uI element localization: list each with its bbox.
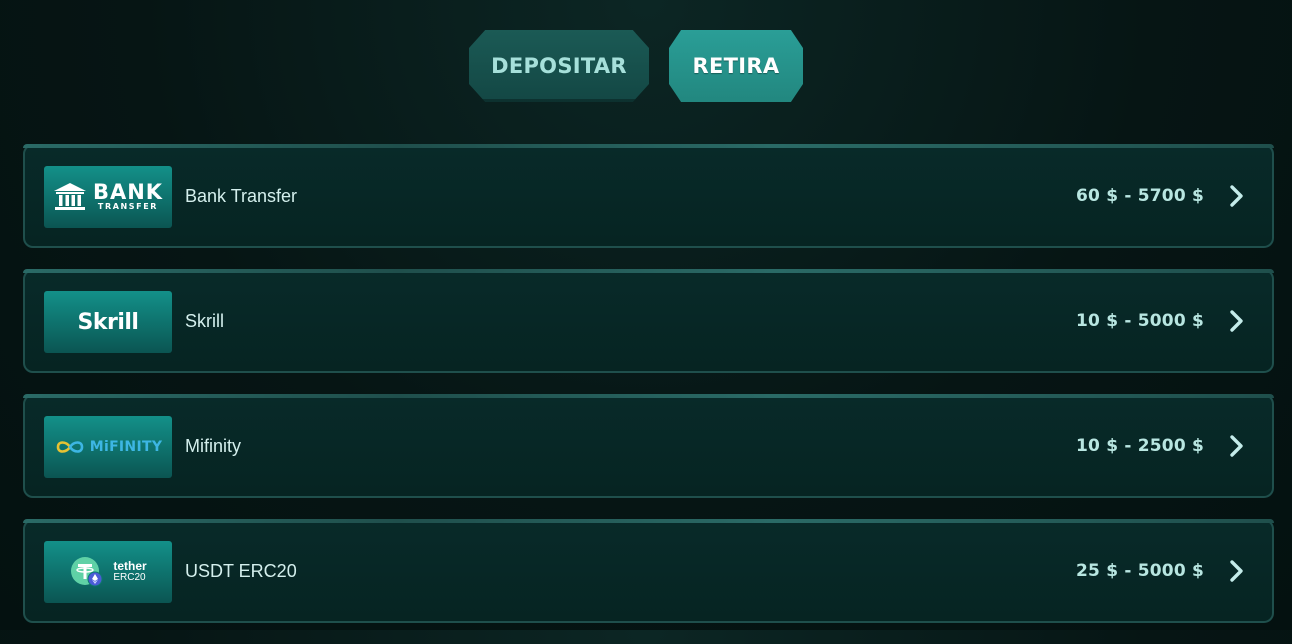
tether-logo-line1: tether bbox=[113, 559, 147, 573]
chevron-right-icon[interactable] bbox=[1224, 309, 1248, 333]
infinity-icon bbox=[56, 441, 84, 453]
bank-logo-line1: BANK bbox=[92, 180, 164, 204]
method-limits: 60 $ - 5700 $ bbox=[1076, 186, 1204, 206]
mifinity-logo: MiFINITY bbox=[44, 416, 172, 478]
bank-transfer-logo: BANK TRANSFER bbox=[44, 166, 172, 228]
bank-icon bbox=[53, 183, 86, 210]
skrill-logo-text: Skrill bbox=[77, 309, 139, 335]
payment-method-usdt-erc20[interactable]: tether ERC20 USDT ERC20 25 $ - 5000 $ bbox=[23, 519, 1274, 623]
method-limits: 10 $ - 5000 $ bbox=[1076, 311, 1204, 331]
tether-icon bbox=[71, 557, 103, 587]
mifinity-logo-text: MiFINITY bbox=[89, 439, 163, 455]
tab-withdraw[interactable]: RETIRA bbox=[669, 30, 803, 102]
tab-deposit-label: DEPOSITAR bbox=[491, 54, 627, 78]
tab-deposit[interactable]: DEPOSITAR bbox=[469, 30, 649, 102]
method-name: USDT ERC20 bbox=[185, 561, 297, 581]
payment-method-skrill[interactable]: Skrill Skrill 10 $ - 5000 $ bbox=[23, 269, 1274, 373]
method-name: Mifinity bbox=[185, 436, 242, 456]
chevron-right-icon[interactable] bbox=[1224, 184, 1248, 208]
payment-method-list: BANK TRANSFER Bank Transfer 60 $ - 5700 … bbox=[23, 144, 1274, 644]
payment-method-mifinity[interactable]: MiFINITY Mifinity 10 $ - 2500 $ bbox=[23, 394, 1274, 498]
method-limits: 25 $ - 5000 $ bbox=[1076, 561, 1204, 581]
chevron-right-icon[interactable] bbox=[1224, 559, 1248, 583]
method-name: Bank Transfer bbox=[185, 186, 298, 206]
method-name: Skrill bbox=[185, 311, 224, 331]
tab-withdraw-label: RETIRA bbox=[692, 54, 780, 78]
tether-logo-line2: ERC20 bbox=[113, 572, 146, 583]
bank-logo-line2: TRANSFER bbox=[97, 202, 159, 211]
method-limits: 10 $ - 2500 $ bbox=[1076, 436, 1204, 456]
payment-tabs: DEPOSITAR RETIRA bbox=[0, 30, 1292, 102]
chevron-right-icon[interactable] bbox=[1224, 434, 1248, 458]
skrill-logo: Skrill bbox=[44, 291, 172, 353]
payment-method-bank-transfer[interactable]: BANK TRANSFER Bank Transfer 60 $ - 5700 … bbox=[23, 144, 1274, 248]
usdt-erc20-logo: tether ERC20 bbox=[44, 541, 172, 603]
